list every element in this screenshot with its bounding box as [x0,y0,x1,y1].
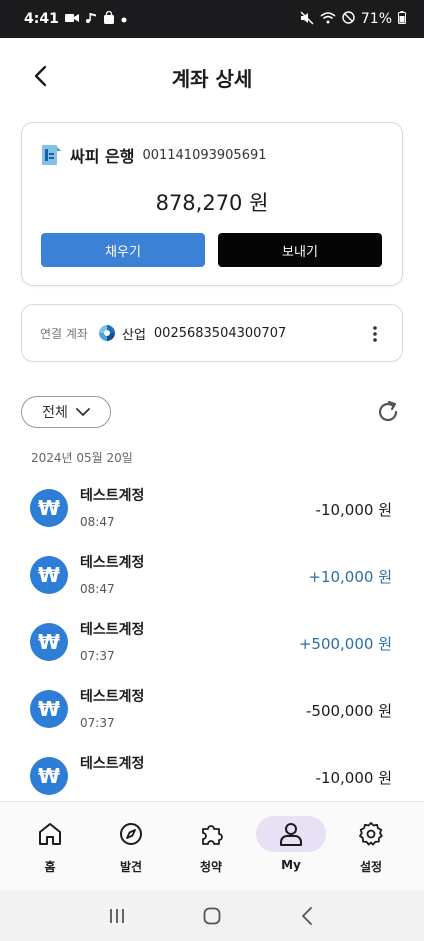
back-button[interactable] [24,58,56,94]
transaction-amount: -10,000 원 [315,501,392,519]
transaction-list: ₩ 테스트계정 08:47 -10,000 원 ₩ 테스트계정 08:47 +1… [0,472,424,802]
charge-button[interactable]: 채우기 [41,233,205,267]
more-options-button[interactable] [366,322,384,346]
transaction-time: 07:37 [80,716,115,730]
linked-bank-logo-icon [98,324,116,342]
chevron-down-icon [75,407,90,416]
linked-account-number: 0025683504300707 [153,325,287,341]
system-nav-bar [0,891,424,941]
puzzle-icon [197,820,225,848]
user-icon [277,820,305,848]
chevron-left-icon [34,65,47,87]
home-circle-icon [203,907,221,925]
bank-row: 싸피 은행 001141093905691 [40,143,267,167]
battery-percent: 71% [360,11,392,27]
nav-label: 홈 [44,860,56,874]
video-icon [64,12,79,26]
transaction-row[interactable]: ₩ 테스트계정 07:37 -500,000 원 [0,673,424,740]
bank-name: 싸피 은행 [70,147,135,166]
dot-icon [121,12,127,26]
transaction-row[interactable]: ₩ 테스트계정 08:47 -10,000 원 [0,472,424,539]
transaction-amount: +500,000 원 [298,635,392,653]
nav-item-home[interactable]: 홈 [20,816,80,878]
music-icon [85,12,97,27]
refresh-icon [378,400,398,422]
nav-item-my[interactable]: My [261,816,321,878]
bank-logo-icon [40,144,62,166]
nav-label: 청약 [199,860,223,874]
back-system-button[interactable] [292,901,322,931]
transaction-name: 테스트계정 [80,555,145,571]
account-card: 싸피 은행 001141093905691 878,270 원 채우기 보내기 [21,122,403,286]
more-vertical-icon [373,326,377,342]
status-bar: 4:41 71% [0,0,424,38]
transaction-name: 테스트계정 [80,622,145,638]
won-icon: ₩ [30,623,68,661]
nav-label: 설정 [359,860,383,874]
recent-apps-button[interactable] [102,901,132,931]
nav-item-settings[interactable]: 설정 [341,816,401,878]
dnd-icon [342,11,355,27]
won-icon: ₩ [30,556,68,594]
transaction-name: 테스트계정 [80,689,145,705]
nav-item-discover[interactable]: 발견 [101,816,161,878]
transaction-time: 08:47 [80,515,115,529]
filter-selected-label: 전체 [42,405,68,421]
transaction-row[interactable]: ₩ 테스트계정 -10,000 원 [0,740,424,802]
status-left: 4:41 [24,10,127,27]
recent-apps-icon [110,909,125,923]
battery-icon [398,11,406,27]
compass-icon [117,820,145,848]
transaction-name: 테스트계정 [80,488,145,504]
linked-bank-name: 산업 [121,327,146,343]
home-icon [36,820,64,848]
gear-icon [357,820,385,848]
transaction-amount: +10,000 원 [308,568,392,586]
status-time: 4:41 [24,11,59,27]
nav-item-subscription[interactable]: 청약 [181,816,241,878]
status-right: 71% [300,11,406,28]
transaction-time: 07:37 [80,649,115,663]
filter-dropdown[interactable]: 전체 [21,396,111,428]
back-chevron-icon [301,907,312,925]
header: 계좌 상세 [0,38,424,116]
nav-label: 발견 [119,860,143,874]
wifi-icon [320,11,336,27]
won-icon: ₩ [30,489,68,527]
nav-label: My [281,858,301,872]
bottom-nav: 홈 발견 청약 My 설정 [0,801,424,891]
refresh-button[interactable] [374,398,402,426]
mute-icon [300,11,314,28]
home-system-button[interactable] [197,901,227,931]
account-number: 001141093905691 [142,147,267,163]
transaction-time: 08:47 [80,582,115,596]
linked-account-label: 연결 계좌 [40,326,88,341]
send-button[interactable]: 보내기 [218,233,382,267]
account-balance: 878,270 원 [155,191,269,215]
linked-account-card[interactable]: 연결 계좌 산업 0025683504300707 [21,304,403,362]
won-icon: ₩ [30,757,68,795]
transaction-name: 테스트계정 [80,756,145,772]
transaction-amount: -500,000 원 [305,702,392,720]
won-icon: ₩ [30,690,68,728]
transaction-row[interactable]: ₩ 테스트계정 08:47 +10,000 원 [0,539,424,606]
transaction-row[interactable]: ₩ 테스트계정 07:37 +500,000 원 [0,606,424,673]
transaction-amount: -10,000 원 [315,769,392,787]
bag-icon [103,10,115,27]
page-title: 계좌 상세 [171,66,253,91]
transaction-date-header: 2024년 05월 20일 [31,451,133,465]
